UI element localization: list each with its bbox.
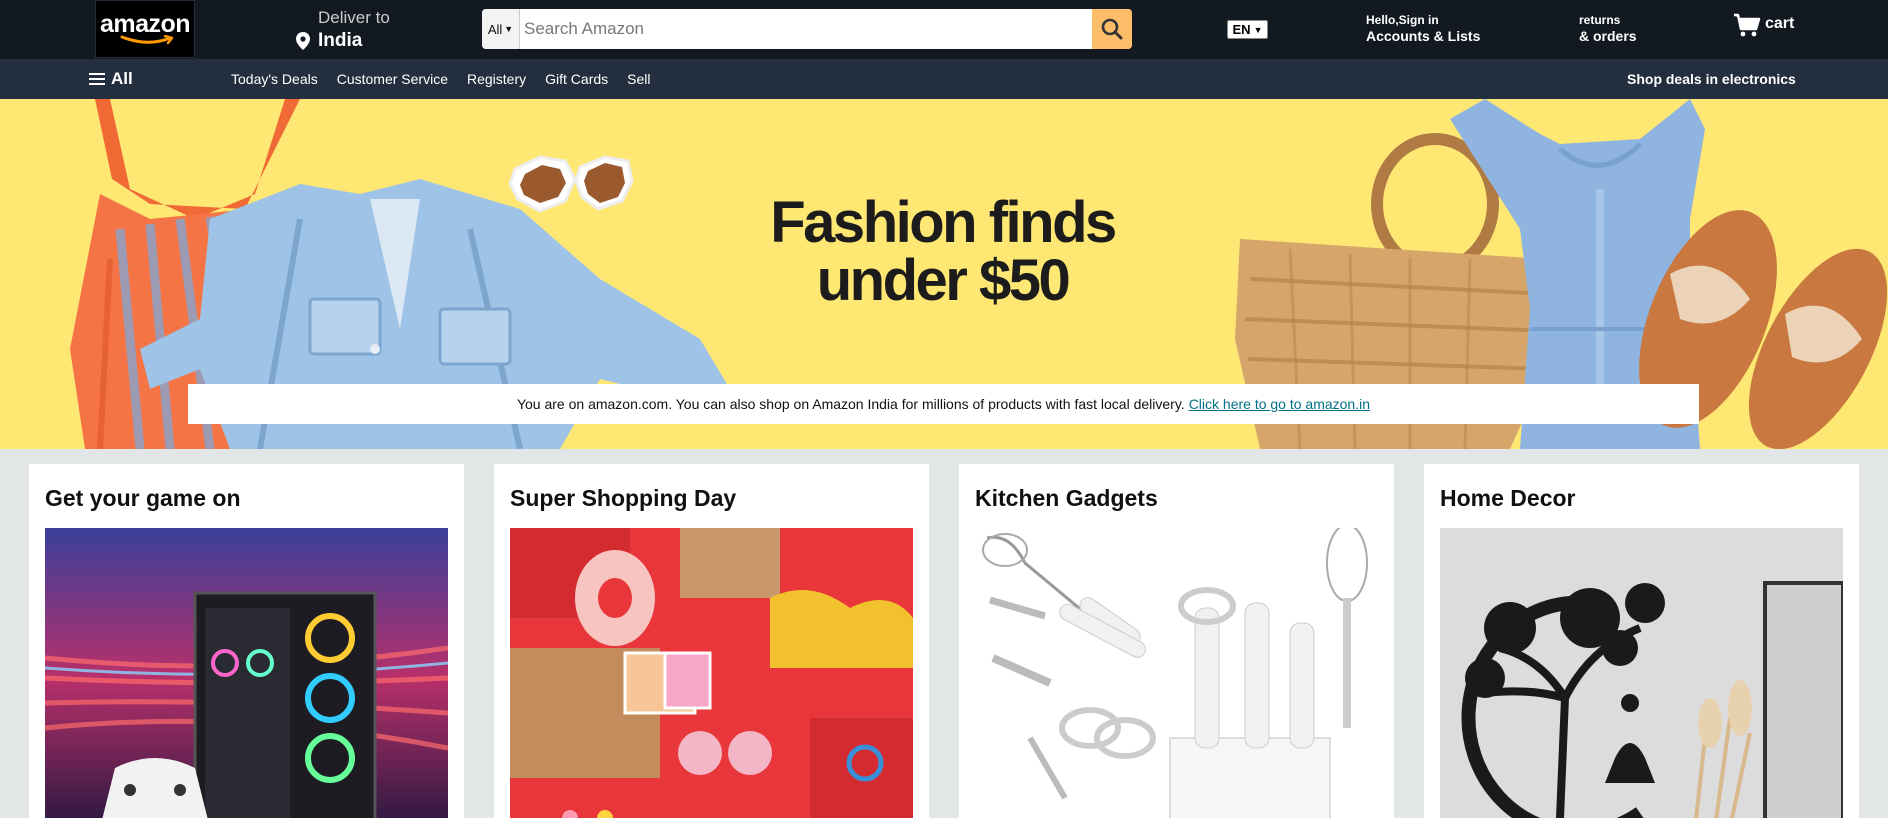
hamburger-icon xyxy=(89,73,105,85)
search-category-value: All xyxy=(487,21,503,37)
search-bar: All ▼ xyxy=(482,9,1132,49)
cart-button[interactable]: cart xyxy=(1733,13,1794,37)
deliver-label: Deliver to xyxy=(318,8,390,27)
orders-label: & orders xyxy=(1579,27,1637,44)
chevron-down-icon: ▼ xyxy=(1253,24,1263,35)
region-notice-text: You are on amazon.com. You can also shop… xyxy=(516,396,1185,412)
returns-orders[interactable]: returns & orders xyxy=(1579,13,1637,44)
subnav-link-gift-cards[interactable]: Gift Cards xyxy=(545,71,608,87)
hero-banner[interactable]: Fashion finds under $50 You are on amazo… xyxy=(0,99,1888,449)
gaming-pc-image[interactable] xyxy=(45,528,448,818)
cart-label: cart xyxy=(1765,15,1795,32)
search-input[interactable] xyxy=(520,9,1092,49)
amazon-logo[interactable]: amazon xyxy=(95,0,195,58)
region-notice: You are on amazon.com. You can also shop… xyxy=(188,384,1699,424)
shopping-products-image[interactable] xyxy=(510,528,913,818)
hero-title-line1: Fashion finds xyxy=(770,190,1117,255)
card-title: Super Shopping Day xyxy=(510,485,737,511)
account-menu[interactable]: Hello,Sign in Accounts & Lists xyxy=(1366,13,1481,44)
kitchen-utensils-image[interactable] xyxy=(975,528,1378,818)
card-kitchen[interactable]: Kitchen Gadgets xyxy=(959,464,1394,818)
search-category-select[interactable]: All ▼ xyxy=(482,9,520,49)
card-gaming[interactable]: Get your game on xyxy=(29,464,464,818)
account-lists-label: Accounts & Lists xyxy=(1366,27,1481,44)
subnav-link-todays-deals[interactable]: Today's Deals xyxy=(231,71,318,87)
location-pin-icon xyxy=(296,32,310,50)
subnav-links: Today's Deals Customer Service Registery… xyxy=(231,71,670,87)
logo-smile-icon xyxy=(120,34,174,44)
card-shopping-day[interactable]: Super Shopping Day xyxy=(494,464,929,818)
amazon-india-link[interactable]: Click here to go to amazon.in xyxy=(1189,396,1370,412)
card-title: Home Decor xyxy=(1440,485,1576,511)
search-icon xyxy=(1101,18,1123,40)
tree-wall-art-image[interactable] xyxy=(1440,528,1843,818)
language-select[interactable]: EN ▼ xyxy=(1227,20,1268,39)
cart-icon xyxy=(1734,13,1761,37)
sunglasses-image xyxy=(508,155,634,213)
chevron-down-icon: ▼ xyxy=(504,24,514,34)
deliver-country: India xyxy=(318,30,363,51)
hero-title-line2: under $50 xyxy=(816,248,1071,313)
card-title: Get your game on xyxy=(45,485,241,511)
card-home-decor[interactable]: Home Decor xyxy=(1424,464,1859,818)
card-title: Kitchen Gadgets xyxy=(975,485,1158,511)
subnav-link-sell[interactable]: Sell xyxy=(627,71,650,87)
returns-label: returns xyxy=(1579,13,1621,27)
subnav-link-registry[interactable]: Registery xyxy=(467,71,526,87)
language-value: EN xyxy=(1232,22,1251,37)
top-navbar: amazon Deliver to India All ▼ Search Ama… xyxy=(0,0,1888,59)
hero-title: Fashion finds under $50 xyxy=(740,194,1145,310)
account-greeting: Hello,Sign in xyxy=(1366,13,1439,27)
subnav-link-customer-service[interactable]: Customer Service xyxy=(337,71,448,87)
all-menu-button[interactable]: All xyxy=(89,69,133,89)
sub-navbar: All Today's Deals Customer Service Regis… xyxy=(0,59,1888,99)
deliver-to[interactable]: Deliver to India xyxy=(296,8,390,52)
electronics-deals-link[interactable]: Shop deals in electronics xyxy=(1627,71,1796,87)
search-button[interactable] xyxy=(1092,9,1132,49)
all-menu-label: All xyxy=(111,69,133,88)
